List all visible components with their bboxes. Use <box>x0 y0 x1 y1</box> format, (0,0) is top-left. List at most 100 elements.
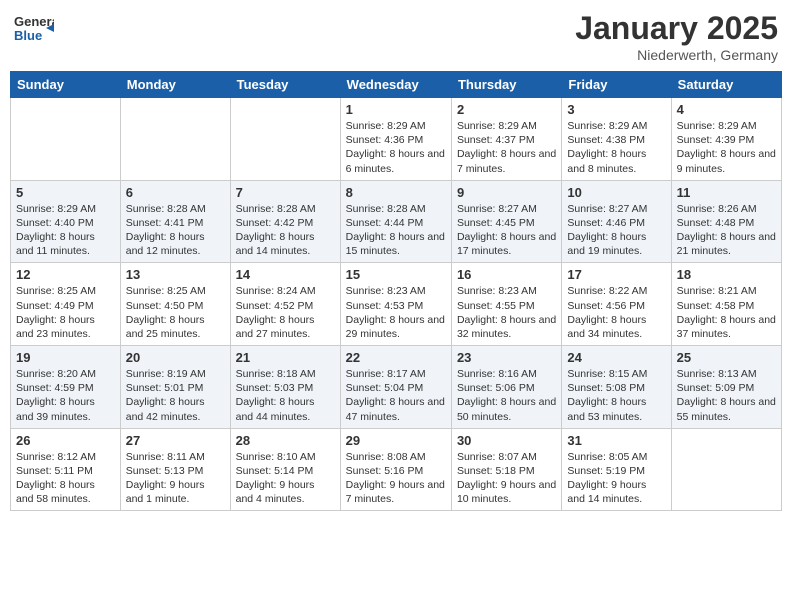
calendar-cell: 10Sunrise: 8:27 AM Sunset: 4:46 PM Dayli… <box>562 180 671 263</box>
day-info: Sunrise: 8:08 AM Sunset: 5:16 PM Dayligh… <box>346 450 446 507</box>
calendar-cell: 13 Sunrise: 8:25 AM Sunset: 4:50 PM Dayli… <box>120 263 230 346</box>
day-info: Sunrise: 8:05 AM Sunset: 5:19 PM Dayligh… <box>567 450 665 507</box>
calendar-cell: 28 Sunrise: 8:10 AM Sunset: 5:14 PM Dayli… <box>230 428 340 511</box>
day-number: 3 <box>567 102 665 117</box>
day-number: 15 <box>346 267 446 282</box>
calendar-cell: 18 Sunrise: 8:21 AM Sunset: 4:58 PM Dayli… <box>671 263 781 346</box>
day-info: Sunrise: 8:17 AM Sunset: 5:04 PM Dayligh… <box>346 367 446 424</box>
day-number: 19 <box>16 350 115 365</box>
day-info: Sunrise: 8:19 AM Sunset: 5:01 PM Dayligh… <box>126 367 225 424</box>
day-number: 30 <box>457 433 556 448</box>
day-info: Sunrise: 8:21 AM Sunset: 4:58 PM Dayligh… <box>677 284 776 341</box>
calendar-week-row: 12 Sunrise: 8:25 AM Sunset: 4:49 PM Dayli… <box>11 263 782 346</box>
logo: General Blue <box>14 10 54 55</box>
day-number: 9 <box>457 185 556 200</box>
calendar-week-row: 5 Sunrise: 8:29 AM Sunset: 4:40 PM Daylig… <box>11 180 782 263</box>
month-title: January 2025 <box>575 10 778 47</box>
day-number: 18 <box>677 267 776 282</box>
location-title: Niederwerth, Germany <box>575 47 778 63</box>
calendar-cell: 15 Sunrise: 8:23 AM Sunset: 4:53 PM Dayli… <box>340 263 451 346</box>
calendar-week-row: 26Sunrise: 8:12 AM Sunset: 5:11 PM Dayli… <box>11 428 782 511</box>
day-number: 22 <box>346 350 446 365</box>
day-number: 5 <box>16 185 115 200</box>
calendar-cell: 30 Sunrise: 8:07 AM Sunset: 5:18 PM Dayli… <box>451 428 561 511</box>
calendar-cell: 25Sunrise: 8:13 AM Sunset: 5:09 PM Dayli… <box>671 346 781 429</box>
day-number: 8 <box>346 185 446 200</box>
day-number: 6 <box>126 185 225 200</box>
calendar-cell: 14Sunrise: 8:24 AM Sunset: 4:52 PM Dayli… <box>230 263 340 346</box>
day-number: 29 <box>346 433 446 448</box>
day-info: Sunrise: 8:20 AM Sunset: 4:59 PM Dayligh… <box>16 367 115 424</box>
day-info: Sunrise: 8:29 AM Sunset: 4:40 PM Dayligh… <box>16 202 115 259</box>
day-number: 12 <box>16 267 115 282</box>
calendar-cell: 4Sunrise: 8:29 AM Sunset: 4:39 PM Daylig… <box>671 98 781 181</box>
calendar-cell: 23Sunrise: 8:16 AM Sunset: 5:06 PM Dayli… <box>451 346 561 429</box>
logo-icon: General Blue <box>14 10 54 55</box>
calendar-cell: 9 Sunrise: 8:27 AM Sunset: 4:45 PM Daylig… <box>451 180 561 263</box>
calendar-cell: 6 Sunrise: 8:28 AM Sunset: 4:41 PM Daylig… <box>120 180 230 263</box>
day-number: 21 <box>236 350 335 365</box>
day-info: Sunrise: 8:29 AM Sunset: 4:37 PM Dayligh… <box>457 119 556 176</box>
day-of-week-header: Tuesday <box>230 72 340 98</box>
day-info: Sunrise: 8:22 AM Sunset: 4:56 PM Dayligh… <box>567 284 665 341</box>
calendar-week-row: 19 Sunrise: 8:20 AM Sunset: 4:59 PM Dayli… <box>11 346 782 429</box>
day-number: 1 <box>346 102 446 117</box>
calendar-cell: 27 Sunrise: 8:11 AM Sunset: 5:13 PM Dayli… <box>120 428 230 511</box>
day-info: Sunrise: 8:27 AM Sunset: 4:45 PM Dayligh… <box>457 202 556 259</box>
day-info: Sunrise: 8:28 AM Sunset: 4:44 PM Dayligh… <box>346 202 446 259</box>
calendar-cell: 16 Sunrise: 8:23 AM Sunset: 4:55 PM Dayli… <box>451 263 561 346</box>
day-info: Sunrise: 8:12 AM Sunset: 5:11 PM Dayligh… <box>16 450 115 507</box>
calendar-cell: 1 Sunrise: 8:29 AM Sunset: 4:36 PM Daylig… <box>340 98 451 181</box>
day-number: 27 <box>126 433 225 448</box>
day-number: 7 <box>236 185 335 200</box>
calendar-header-row: SundayMondayTuesdayWednesdayThursdayFrid… <box>11 72 782 98</box>
day-info: Sunrise: 8:24 AM Sunset: 4:52 PM Dayligh… <box>236 284 335 341</box>
calendar-cell: 11 Sunrise: 8:26 AM Sunset: 4:48 PM Dayli… <box>671 180 781 263</box>
day-info: Sunrise: 8:28 AM Sunset: 4:42 PM Dayligh… <box>236 202 335 259</box>
calendar-cell: 20 Sunrise: 8:19 AM Sunset: 5:01 PM Dayli… <box>120 346 230 429</box>
day-info: Sunrise: 8:18 AM Sunset: 5:03 PM Dayligh… <box>236 367 335 424</box>
day-number: 13 <box>126 267 225 282</box>
svg-text:General: General <box>14 14 54 29</box>
calendar-cell: 8 Sunrise: 8:28 AM Sunset: 4:44 PM Daylig… <box>340 180 451 263</box>
day-info: Sunrise: 8:25 AM Sunset: 4:49 PM Dayligh… <box>16 284 115 341</box>
day-info: Sunrise: 8:13 AM Sunset: 5:09 PM Dayligh… <box>677 367 776 424</box>
day-info: Sunrise: 8:23 AM Sunset: 4:53 PM Dayligh… <box>346 284 446 341</box>
day-number: 4 <box>677 102 776 117</box>
calendar-cell: 22 Sunrise: 8:17 AM Sunset: 5:04 PM Dayli… <box>340 346 451 429</box>
day-of-week-header: Thursday <box>451 72 561 98</box>
day-number: 2 <box>457 102 556 117</box>
svg-text:Blue: Blue <box>14 28 42 43</box>
day-number: 16 <box>457 267 556 282</box>
day-number: 11 <box>677 185 776 200</box>
calendar-table: SundayMondayTuesdayWednesdayThursdayFrid… <box>10 71 782 511</box>
calendar-cell: 31Sunrise: 8:05 AM Sunset: 5:19 PM Dayli… <box>562 428 671 511</box>
calendar-cell <box>230 98 340 181</box>
day-info: Sunrise: 8:29 AM Sunset: 4:38 PM Dayligh… <box>567 119 665 176</box>
calendar-cell: 19 Sunrise: 8:20 AM Sunset: 4:59 PM Dayli… <box>11 346 121 429</box>
calendar-cell: 24Sunrise: 8:15 AM Sunset: 5:08 PM Dayli… <box>562 346 671 429</box>
day-info: Sunrise: 8:11 AM Sunset: 5:13 PM Dayligh… <box>126 450 225 507</box>
day-info: Sunrise: 8:27 AM Sunset: 4:46 PM Dayligh… <box>567 202 665 259</box>
calendar-cell: 29 Sunrise: 8:08 AM Sunset: 5:16 PM Dayli… <box>340 428 451 511</box>
calendar-cell: 26Sunrise: 8:12 AM Sunset: 5:11 PM Dayli… <box>11 428 121 511</box>
calendar-cell: 21 Sunrise: 8:18 AM Sunset: 5:03 PM Dayli… <box>230 346 340 429</box>
calendar-cell: 2 Sunrise: 8:29 AM Sunset: 4:37 PM Daylig… <box>451 98 561 181</box>
day-number: 17 <box>567 267 665 282</box>
day-info: Sunrise: 8:10 AM Sunset: 5:14 PM Dayligh… <box>236 450 335 507</box>
calendar-cell: 7 Sunrise: 8:28 AM Sunset: 4:42 PM Daylig… <box>230 180 340 263</box>
day-info: Sunrise: 8:25 AM Sunset: 4:50 PM Dayligh… <box>126 284 225 341</box>
day-number: 20 <box>126 350 225 365</box>
title-block: January 2025 Niederwerth, Germany <box>575 10 778 63</box>
day-info: Sunrise: 8:29 AM Sunset: 4:36 PM Dayligh… <box>346 119 446 176</box>
day-info: Sunrise: 8:15 AM Sunset: 5:08 PM Dayligh… <box>567 367 665 424</box>
calendar-cell <box>120 98 230 181</box>
day-number: 28 <box>236 433 335 448</box>
day-of-week-header: Wednesday <box>340 72 451 98</box>
day-info: Sunrise: 8:23 AM Sunset: 4:55 PM Dayligh… <box>457 284 556 341</box>
day-of-week-header: Sunday <box>11 72 121 98</box>
day-info: Sunrise: 8:26 AM Sunset: 4:48 PM Dayligh… <box>677 202 776 259</box>
day-info: Sunrise: 8:28 AM Sunset: 4:41 PM Dayligh… <box>126 202 225 259</box>
day-info: Sunrise: 8:07 AM Sunset: 5:18 PM Dayligh… <box>457 450 556 507</box>
calendar-cell <box>11 98 121 181</box>
